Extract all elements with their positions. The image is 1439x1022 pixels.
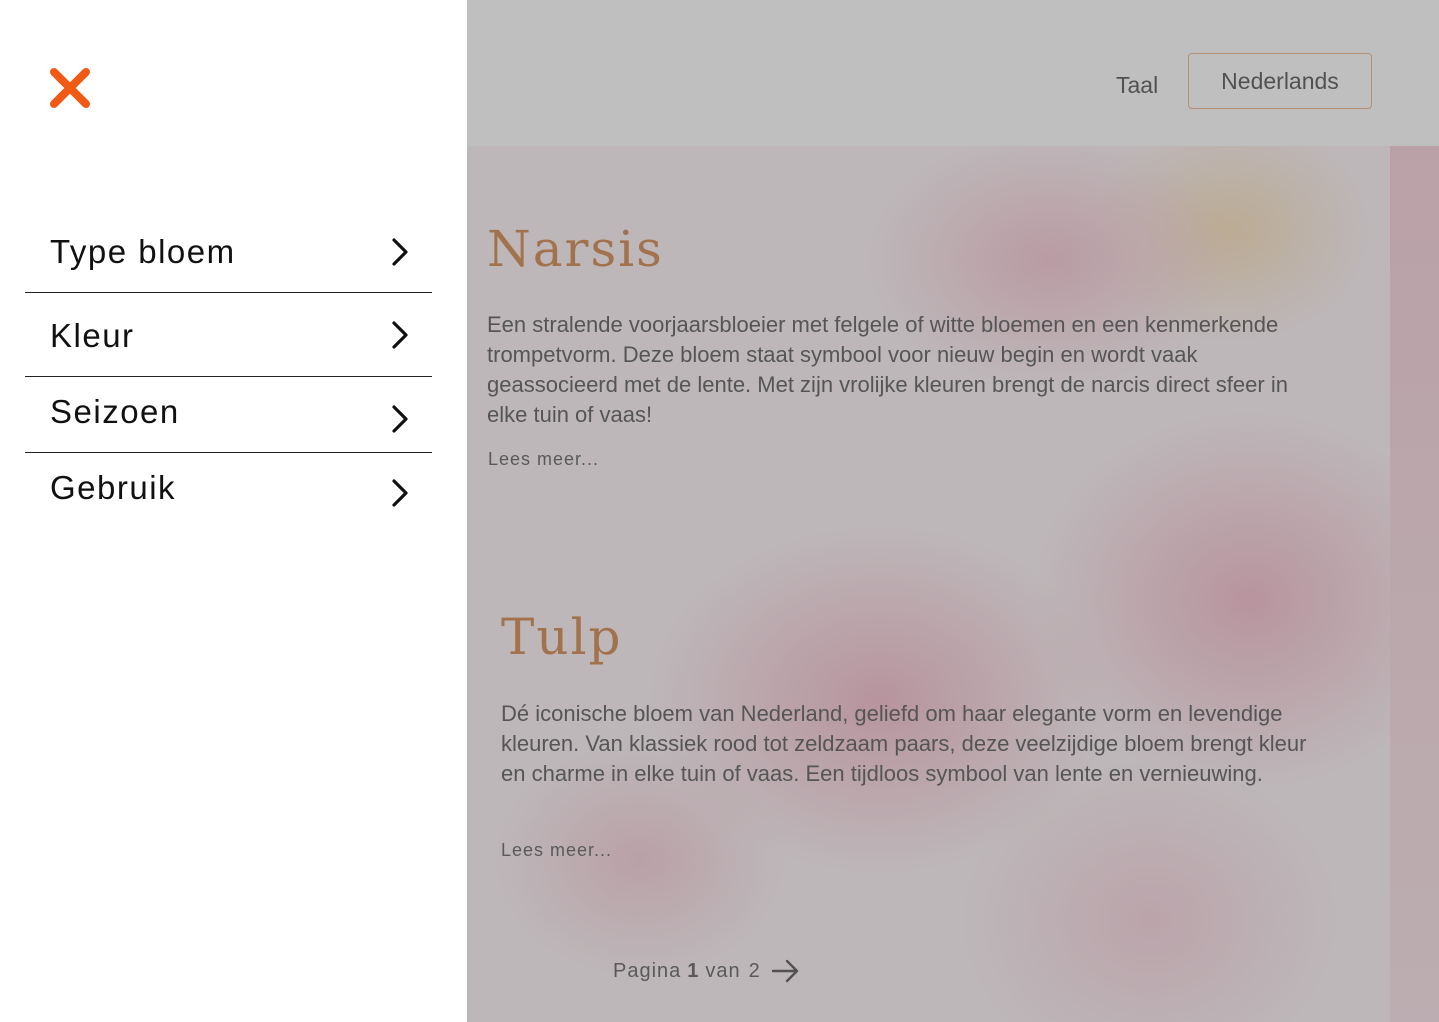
chevron-right-icon: [392, 479, 408, 507]
chevron-right-icon: [392, 321, 408, 349]
menu-item-gebruik[interactable]: Gebruik: [25, 453, 432, 529]
menu-item-label: Kleur: [50, 317, 135, 354]
menu-backdrop[interactable]: [467, 0, 1439, 1022]
menu-item-seizoen[interactable]: Seizoen: [25, 377, 432, 453]
menu-item-type-bloem[interactable]: Type bloem: [25, 217, 432, 293]
menu-item-label: Seizoen: [50, 393, 180, 430]
chevron-right-icon: [392, 238, 408, 266]
menu-item-kleur[interactable]: Kleur: [25, 301, 432, 377]
close-icon[interactable]: [48, 66, 92, 110]
side-menu: Type bloem Kleur Seizoen Gebruik: [0, 0, 467, 1022]
chevron-right-icon: [392, 405, 408, 433]
menu-item-label: Gebruik: [50, 469, 177, 506]
menu-item-label: Type bloem: [50, 233, 236, 270]
